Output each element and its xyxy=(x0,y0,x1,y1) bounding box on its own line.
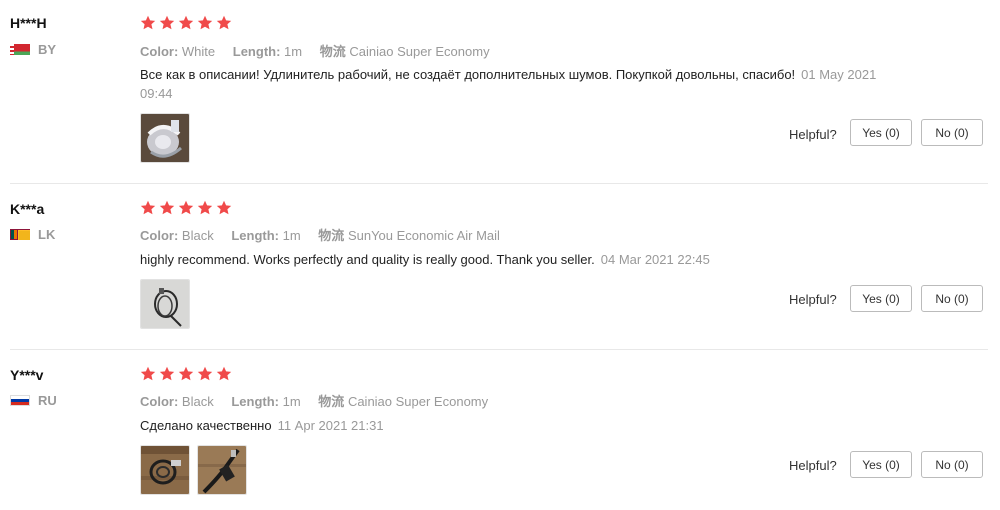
review-photo-thumbnail[interactable] xyxy=(197,445,247,495)
color-value: White xyxy=(181,44,216,59)
helpful-label: Helpful? xyxy=(789,292,837,307)
length-value: 1m xyxy=(284,44,303,59)
helpful-no-button[interactable]: No (0) xyxy=(921,285,983,312)
star-rating xyxy=(140,15,232,31)
review-photo-thumbnail[interactable] xyxy=(140,279,190,329)
star-icon xyxy=(216,200,232,215)
length-value: 1m xyxy=(282,394,301,409)
star-icon xyxy=(197,15,213,30)
review-divider xyxy=(10,349,988,350)
russia-flag-icon xyxy=(10,395,30,406)
shipping-value: Cainiao Super Economy xyxy=(347,394,489,409)
star-icon xyxy=(159,200,175,215)
review-text-block: highly recommend. Works perfectly and qu… xyxy=(140,250,880,269)
length-label: Length: xyxy=(232,44,281,59)
review-photos xyxy=(140,279,190,329)
star-icon xyxy=(140,200,156,215)
helpful-label: Helpful? xyxy=(789,458,837,473)
review-text: Сделано качественно xyxy=(140,418,272,433)
color-label: Color: xyxy=(140,228,179,243)
review-photos xyxy=(140,113,190,163)
star-icon xyxy=(178,366,194,381)
color-label: Color: xyxy=(140,44,179,59)
review-text-block: Все как в описании! Удлинитель рабочий, … xyxy=(140,65,880,103)
color-value: Black xyxy=(181,228,214,243)
reviewer-name: H***H xyxy=(10,15,47,31)
star-rating xyxy=(140,366,232,382)
helpful-yes-button[interactable]: Yes (0) xyxy=(850,285,912,312)
review-photo-thumbnail[interactable] xyxy=(140,445,190,495)
shipping-label: 物流 xyxy=(318,228,345,243)
review-divider xyxy=(10,183,988,184)
review-attributes: Color: Black Length: 1m 物流 SunYou Econom… xyxy=(140,225,500,244)
color-value: Black xyxy=(181,394,214,409)
review-photos xyxy=(140,445,247,495)
reviewer-name: K***a xyxy=(10,201,45,217)
length-label: Length: xyxy=(231,394,279,409)
reviewer-country: LK xyxy=(10,227,55,242)
review-text: Все как в описании! Удлинитель рабочий, … xyxy=(140,67,796,82)
country-code: RU xyxy=(38,393,57,408)
review-text-block: Сделано качественно 11 Apr 2021 21:31 xyxy=(140,416,880,435)
reviewer-name: Y***v xyxy=(10,367,44,383)
star-icon xyxy=(159,15,175,30)
helpful-yes-button[interactable]: Yes (0) xyxy=(850,451,912,478)
star-icon xyxy=(159,366,175,381)
country-code: LK xyxy=(38,227,56,242)
helpful-no-button[interactable]: No (0) xyxy=(921,119,983,146)
helpful-label: Helpful? xyxy=(789,127,837,142)
country-code: BY xyxy=(38,42,57,57)
length-value: 1m xyxy=(282,228,301,243)
review-attributes: Color: Black Length: 1m 物流 Cainiao Super… xyxy=(140,391,488,410)
star-icon xyxy=(140,15,156,30)
star-icon xyxy=(178,200,194,215)
review-date: 04 Mar 2021 22:45 xyxy=(600,252,710,267)
star-rating xyxy=(140,200,232,216)
review-attributes: Color: White Length: 1m 物流 Cainiao Super… xyxy=(140,41,490,60)
review-date: 11 Apr 2021 21:31 xyxy=(277,418,384,433)
review-photo-thumbnail[interactable] xyxy=(140,113,190,163)
star-icon xyxy=(197,200,213,215)
length-label: Length: xyxy=(231,228,279,243)
star-icon xyxy=(178,15,194,30)
star-icon xyxy=(140,366,156,381)
reviewer-country: RU xyxy=(10,393,57,408)
star-icon xyxy=(216,15,232,30)
reviewer-country: BY xyxy=(10,42,56,57)
star-icon xyxy=(216,366,232,381)
helpful-no-button[interactable]: No (0) xyxy=(921,451,983,478)
shipping-label: 物流 xyxy=(319,44,346,59)
sri-lanka-flag-icon xyxy=(10,229,30,240)
review-text: highly recommend. Works perfectly and qu… xyxy=(140,252,595,267)
shipping-value: Cainiao Super Economy xyxy=(349,44,490,59)
shipping-value: SunYou Economic Air Mail xyxy=(347,228,500,243)
color-label: Color: xyxy=(140,394,179,409)
belarus-flag-icon xyxy=(10,44,30,55)
star-icon xyxy=(197,366,213,381)
helpful-yes-button[interactable]: Yes (0) xyxy=(850,119,912,146)
shipping-label: 物流 xyxy=(318,394,345,409)
